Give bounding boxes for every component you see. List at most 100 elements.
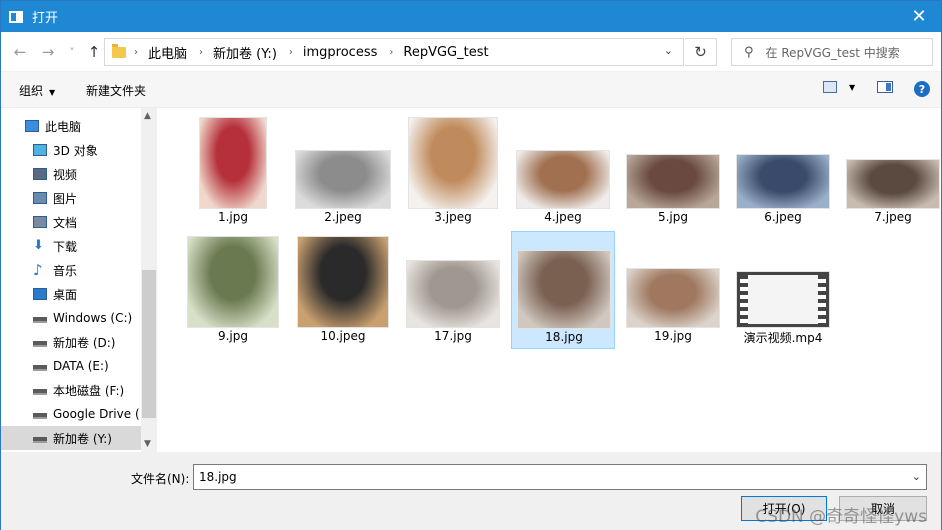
address-bar[interactable]: › 此电脑 › 新加卷 (Y:) › imgprocess › RepVGG_t… xyxy=(104,38,684,66)
search-input[interactable]: ⚲ 在 RepVGG_test 中搜索 xyxy=(731,38,933,66)
sidebar-item[interactable]: 桌面 xyxy=(1,282,141,306)
breadcrumb-repvgg-test[interactable]: RepVGG_test xyxy=(403,45,488,60)
thumbnail-frame xyxy=(401,231,505,327)
sidebar-item[interactable]: 文档 xyxy=(1,210,141,234)
window-icon xyxy=(9,10,23,23)
navigation-pane-scrollbar[interactable]: ▲ ▼ xyxy=(141,108,157,452)
file-name: 6.jpeg xyxy=(764,210,802,224)
breadcrumb-drive-y[interactable]: 新加卷 (Y:) xyxy=(213,43,277,62)
image-file-item[interactable]: 10.jpeg xyxy=(291,231,395,349)
pictures-folder-icon xyxy=(33,192,47,204)
up-button[interactable]: ↑ xyxy=(83,41,105,63)
chevron-down-icon[interactable]: ⌄ xyxy=(912,470,921,483)
sidebar-item-label: 视频 xyxy=(53,167,78,182)
video-file-item[interactable]: 演示视频.mp4 xyxy=(731,231,835,349)
sidebar-item-label: 下载 xyxy=(53,239,78,254)
dialog-footer: 文件名(N): 18.jpg ⌄ 打开(O) 取消 CSDN @奇奇怪怪yws xyxy=(1,452,941,530)
organize-label: 组织 xyxy=(19,84,44,98)
scrollbar-thumb[interactable] xyxy=(142,270,156,418)
drive-icon xyxy=(33,437,47,443)
sidebar-item[interactable]: Google Drive ( xyxy=(1,402,141,426)
open-file-dialog: 打开 ✕ ← → ˅ ↑ › 此电脑 › 新加卷 (Y:) › imgproce… xyxy=(0,0,942,530)
organize-button[interactable]: 组织 ▼ xyxy=(19,82,55,99)
image-file-item[interactable]: 2.jpeg xyxy=(291,112,395,230)
scroll-up-icon[interactable]: ▲ xyxy=(144,111,151,121)
sidebar-item[interactable]: ♪ 音乐 xyxy=(1,258,141,282)
filename-field[interactable]: 18.jpg ⌄ xyxy=(193,464,927,490)
chevron-right-icon: › xyxy=(389,46,394,58)
image-thumbnail xyxy=(737,155,829,208)
thumbnail-frame xyxy=(181,231,285,327)
sidebar-item-label: 桌面 xyxy=(53,287,78,302)
sidebar-item[interactable]: ⬇ 下载 xyxy=(1,234,141,258)
breadcrumb-imgprocess[interactable]: imgprocess xyxy=(303,45,377,60)
scroll-down-icon[interactable]: ▼ xyxy=(144,439,151,449)
sidebar-item[interactable]: 此电脑 xyxy=(1,114,141,138)
image-file-item[interactable]: 7.jpeg xyxy=(841,112,942,230)
image-file-item[interactable]: 17.jpg xyxy=(401,231,505,349)
sidebar-item-label: 音乐 xyxy=(53,263,78,278)
caret-down-icon: ▼ xyxy=(849,82,856,92)
sidebar-item-label: 此电脑 xyxy=(45,119,82,134)
help-button[interactable]: ? xyxy=(914,81,930,97)
thumbnail-frame xyxy=(731,112,835,208)
new-folder-button[interactable]: 新建文件夹 xyxy=(86,82,146,99)
image-file-item[interactable]: 3.jpeg xyxy=(401,112,505,230)
file-name: 7.jpeg xyxy=(874,210,912,224)
computer-icon xyxy=(25,120,39,132)
image-thumbnail xyxy=(188,237,278,327)
sidebar-item[interactable]: 3D 对象 xyxy=(1,138,141,162)
sidebar-item[interactable]: 本地磁盘 (F:) xyxy=(1,378,141,402)
drive-icon xyxy=(33,341,47,347)
image-file-item[interactable]: 6.jpeg xyxy=(731,112,835,230)
refresh-button[interactable]: ↻ xyxy=(685,38,717,66)
image-file-item[interactable]: 18.jpg xyxy=(511,231,615,349)
thumbnail-frame xyxy=(621,112,725,208)
breadcrumb-this-pc[interactable]: 此电脑 xyxy=(148,43,187,62)
image-file-item[interactable]: 5.jpg xyxy=(621,112,725,230)
view-options[interactable]: ▼ xyxy=(823,81,855,93)
sidebar-item[interactable]: Windows (C:) xyxy=(1,306,141,330)
image-file-item[interactable]: 9.jpg xyxy=(181,231,285,349)
download-icon: ⬇ xyxy=(33,238,44,253)
file-name: 2.jpeg xyxy=(324,210,362,224)
address-history-dropdown[interactable]: ⌄ xyxy=(664,44,673,57)
filename-value: 18.jpg xyxy=(199,470,237,484)
preview-pane-button[interactable] xyxy=(877,81,893,93)
sidebar-item-label: DATA (E:) xyxy=(53,359,109,373)
file-name: 9.jpg xyxy=(217,329,249,343)
folder-icon xyxy=(112,43,126,58)
sidebar-item[interactable]: DATA (E:) xyxy=(1,354,141,378)
sidebar-item-label: 本地磁盘 (F:) xyxy=(53,383,125,398)
thumbnail-frame xyxy=(841,112,942,208)
sidebar-item[interactable]: 视频 xyxy=(1,162,141,186)
video-thumbnail xyxy=(737,272,829,327)
recent-locations-button[interactable]: ˅ xyxy=(61,41,83,63)
drive-icon xyxy=(33,389,47,395)
back-button[interactable]: ← xyxy=(9,41,31,63)
image-file-item[interactable]: 1.jpg xyxy=(181,112,285,230)
thumbnail-frame xyxy=(401,112,505,208)
thumbnail-frame xyxy=(512,232,616,328)
image-thumbnail xyxy=(627,269,719,327)
preview-pane-icon xyxy=(877,81,893,93)
thumbnail-frame xyxy=(181,112,285,208)
image-file-item[interactable]: 4.jpeg xyxy=(511,112,615,230)
view-mode-icon xyxy=(823,81,837,93)
sidebar-item[interactable]: 图片 xyxy=(1,186,141,210)
image-file-item[interactable]: 19.jpg xyxy=(621,231,725,349)
image-thumbnail xyxy=(517,151,609,208)
breadcrumb: › 此电脑 › 新加卷 (Y:) › imgprocess › RepVGG_t… xyxy=(134,43,501,62)
image-thumbnail xyxy=(296,151,390,208)
help-icon: ? xyxy=(914,81,930,97)
music-icon: ♪ xyxy=(33,261,43,279)
close-button[interactable]: ✕ xyxy=(897,1,941,32)
sidebar-item[interactable]: 新加卷 (Y:) xyxy=(1,426,141,450)
navigation-pane: 此电脑 3D 对象视频图片 文档 ⬇ 下载 ♪ 音乐桌面 Windows (C:) 新加卷 (D… xyxy=(1,108,157,452)
image-thumbnail xyxy=(847,160,939,208)
file-name: 10.jpeg xyxy=(320,329,366,343)
thumbnail-frame xyxy=(291,112,395,208)
forward-button[interactable]: → xyxy=(37,41,59,63)
sidebar-item[interactable]: 新加卷 (D:) xyxy=(1,330,141,354)
watermark: CSDN @奇奇怪怪yws xyxy=(755,507,927,527)
